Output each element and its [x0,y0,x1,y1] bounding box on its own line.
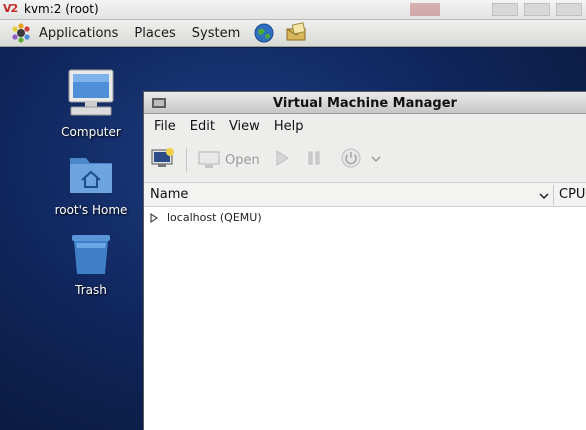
connection-label: localhost (QEMU) [167,211,262,224]
vnc-window-controls [492,3,582,16]
desktop-icon-computer[interactable]: Computer [36,68,146,139]
shutdown-button[interactable] [340,147,362,173]
home-folder-icon [36,152,146,199]
vmm-title-bar[interactable]: Virtual Machine Manager [144,92,586,114]
gnome-foot-icon [10,22,32,44]
vmm-window-title: Virtual Machine Manager [273,96,457,111]
table-row[interactable]: localhost (QEMU) [144,207,586,229]
monitor-icon [198,151,220,168]
vm-list-header: Name CPU [144,183,586,207]
menu-edit[interactable]: Edit [183,119,222,134]
desktop-icon-label: Trash [75,283,107,297]
minimize-button[interactable] [492,3,518,16]
desktop-icon-home[interactable]: root's Home [36,152,146,217]
desktop-icon-label: Computer [61,125,121,139]
vnc-window-title: kvm:2 (root) [24,2,99,16]
desktop-icon-trash[interactable]: Trash [36,232,146,297]
vnc-logo-icon: V2 [3,2,18,15]
open-label: Open [225,152,260,168]
computer-icon [36,68,146,121]
chevron-down-icon[interactable] [539,189,549,204]
trash-icon [36,232,146,279]
vnc-toolbar-artifact [410,3,440,16]
browser-globe-icon[interactable] [253,22,275,44]
column-cpu-header[interactable]: CPU [559,187,585,202]
run-button[interactable] [274,149,290,171]
applications-menu[interactable]: Applications [0,20,126,47]
open-button[interactable]: Open [197,150,260,170]
menu-file[interactable]: File [147,119,183,134]
column-divider[interactable] [553,185,554,205]
vmm-toolbar: Open [144,138,586,183]
desktop-icon-label: root's Home [54,203,128,217]
places-menu[interactable]: Places [126,20,183,47]
expander-arrow-icon[interactable] [150,213,158,226]
applications-label: Applications [39,25,119,41]
column-name-header[interactable]: Name [150,187,188,202]
menu-help[interactable]: Help [267,119,311,134]
pause-button[interactable] [306,149,322,171]
maximize-button[interactable] [524,3,550,16]
vmm-window: Virtual Machine Manager File Edit View H… [143,91,586,430]
vnc-title-bar: V2 kvm:2 (root) [0,0,586,20]
system-menu[interactable]: System [184,20,248,47]
toolbar-separator [186,148,187,172]
top-panel: Applications Places System [0,20,586,47]
new-vm-button[interactable] [150,146,176,174]
vmm-menubar: File Edit View Help [144,114,586,138]
mail-notes-icon[interactable] [285,22,307,44]
menu-view[interactable]: View [222,119,267,134]
shutdown-menu-chevron-icon[interactable] [370,153,382,168]
close-button[interactable] [556,3,582,16]
